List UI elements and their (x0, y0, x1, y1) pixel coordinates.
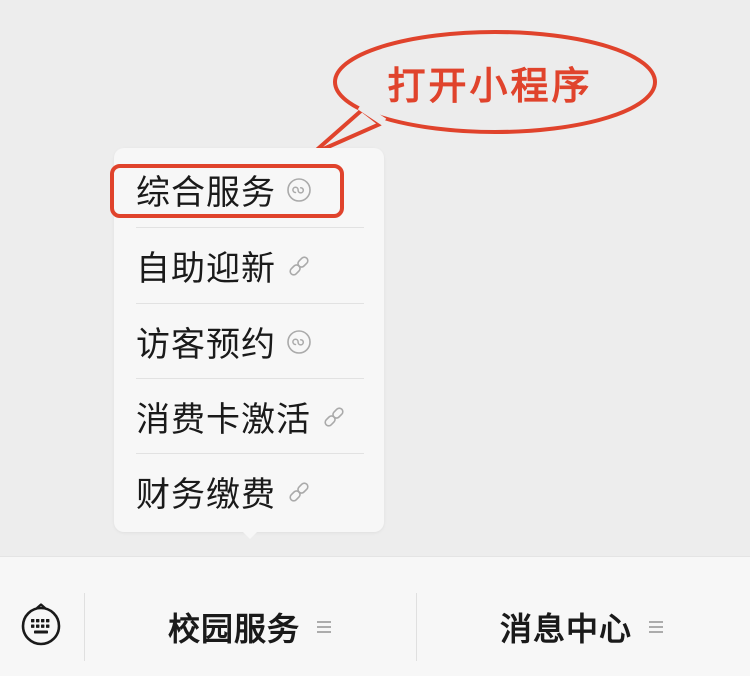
menu-item-caiwu-jiaofei[interactable]: 财务缴费 (136, 454, 364, 529)
bottom-menu-bar: 校园服务 消息中心 (0, 556, 750, 676)
menu-lines-icon (316, 619, 332, 635)
tab-xiaoyuan-fuwu[interactable]: 校园服务 (85, 593, 415, 661)
menu-lines-icon (648, 619, 664, 635)
keyboard-toggle-button[interactable] (18, 603, 64, 649)
menu-item-xiaofeika-jihuo[interactable]: 消费卡激活 (136, 379, 364, 454)
popup-tail (240, 529, 260, 539)
link-icon (286, 253, 312, 279)
callout-text: 打开小程序 (387, 63, 593, 108)
submenu-popup: 综合服务 自助迎新 访客预约 消费卡激活 财务缴费 (114, 148, 384, 532)
mini-program-icon (286, 329, 312, 355)
menu-item-zizhu-yingxin[interactable]: 自助迎新 (136, 228, 364, 303)
menu-item-fangke-yuyue[interactable]: 访客预约 (136, 304, 364, 379)
tab-label: 消息中心 (499, 610, 632, 648)
tab-xiaoxi-zhongxin[interactable]: 消息中心 (417, 593, 747, 661)
tab-label: 校园服务 (167, 610, 300, 648)
link-icon (321, 404, 347, 430)
menu-item-zonghe-fuwu[interactable]: 综合服务 (136, 152, 364, 227)
menu-item-label: 财务缴费 (136, 475, 276, 515)
keyboard-icon (21, 603, 61, 646)
link-icon (286, 479, 312, 505)
menu-item-label: 自助迎新 (136, 249, 276, 289)
menu-item-label: 消费卡激活 (136, 400, 311, 440)
menu-item-label: 综合服务 (136, 173, 276, 213)
mini-program-icon (286, 177, 312, 203)
menu-item-label: 访客预约 (136, 325, 276, 365)
